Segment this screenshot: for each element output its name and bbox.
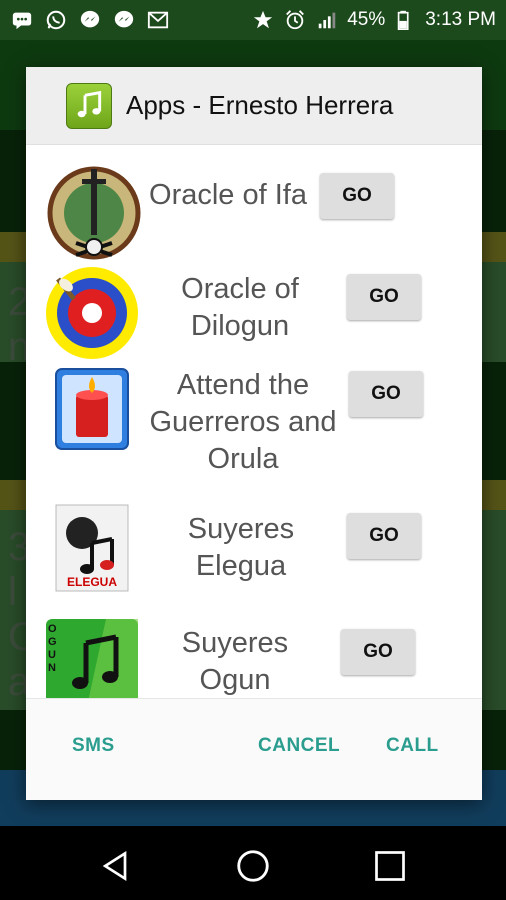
item-label: Suyeres Ogun <box>160 625 310 698</box>
messenger-icon <box>112 8 136 32</box>
clock-time: 3:13 PM <box>425 9 496 30</box>
home-icon[interactable] <box>233 846 273 886</box>
whatsapp-icon <box>44 8 68 32</box>
back-icon[interactable] <box>96 846 136 886</box>
go-button[interactable]: GO <box>347 274 421 320</box>
battery-percent: 45% <box>347 9 386 30</box>
list-item: Oracle of Ifa GO <box>26 145 482 260</box>
star-icon <box>251 8 275 32</box>
candle-icon[interactable] <box>54 367 130 451</box>
list-item: OGUN Suyeres Ogun GO <box>26 617 482 698</box>
alarm-icon <box>283 8 307 32</box>
item-label: Oracle of Dilogun <box>150 271 330 345</box>
ogun-music-icon[interactable]: OGUN <box>46 619 138 698</box>
list-item: Oracle of Dilogun GO <box>26 265 482 363</box>
dialog-title: Apps - Ernesto Herrera <box>126 90 394 120</box>
signal-icon <box>315 8 339 32</box>
status-bar: 45% 3:13 PM <box>0 0 506 40</box>
go-button[interactable]: GO <box>341 629 415 675</box>
item-label-line: Suyeres <box>187 513 295 545</box>
item-label: Suyeres Elegua <box>166 511 316 585</box>
item-label-line: Ogun <box>199 664 271 696</box>
dialog-footer: SMS CANCEL CALL <box>26 698 482 800</box>
item-label: Oracle of Ifa <box>140 177 316 214</box>
apps-list[interactable]: Oracle of Ifa GO Oracle of Dilogun GO At… <box>26 145 482 698</box>
go-button[interactable]: GO <box>349 371 423 417</box>
gmail-icon <box>146 8 170 32</box>
item-label-line: Guerreros and <box>149 406 337 438</box>
battery-icon <box>393 8 417 32</box>
message-icon <box>10 8 34 32</box>
item-label: Attend the Guerreros and Orula <box>138 367 348 478</box>
call-button[interactable]: CALL <box>386 735 439 757</box>
sms-button[interactable]: SMS <box>72 735 115 757</box>
go-button[interactable]: GO <box>347 513 421 559</box>
cancel-button[interactable]: CANCEL <box>258 735 340 757</box>
dialog-header: Apps - Ernesto Herrera <box>26 67 482 145</box>
ogun-icon-label: OGUN <box>48 623 57 674</box>
recent-apps-icon[interactable] <box>370 846 410 886</box>
elegua-icon-label: ELEGUA <box>66 575 117 589</box>
apps-dialog: Apps - Ernesto Herrera Oracle of Ifa GO <box>26 67 482 800</box>
music-note-icon <box>66 82 112 129</box>
ifa-oracle-icon[interactable] <box>46 165 142 261</box>
navigation-bar <box>0 826 506 900</box>
item-label-line: Attend the <box>176 369 310 401</box>
item-label-line: Oracle of Ifa <box>149 179 307 211</box>
item-label-line: Elegua <box>195 550 287 582</box>
list-item: ELEGUA Suyeres Elegua GO <box>26 501 482 601</box>
messenger-icon <box>78 8 102 32</box>
item-label-line: Dilogun <box>190 310 290 342</box>
go-button[interactable]: GO <box>320 173 394 219</box>
item-label-line: Suyeres <box>181 627 289 659</box>
elegua-music-icon[interactable]: ELEGUA <box>54 503 130 593</box>
item-label-line: Orula <box>207 443 279 475</box>
dilogun-target-icon[interactable] <box>44 265 140 361</box>
item-label-line: Oracle of <box>181 273 299 305</box>
list-item: Attend the Guerreros and Orula GO <box>26 367 482 487</box>
